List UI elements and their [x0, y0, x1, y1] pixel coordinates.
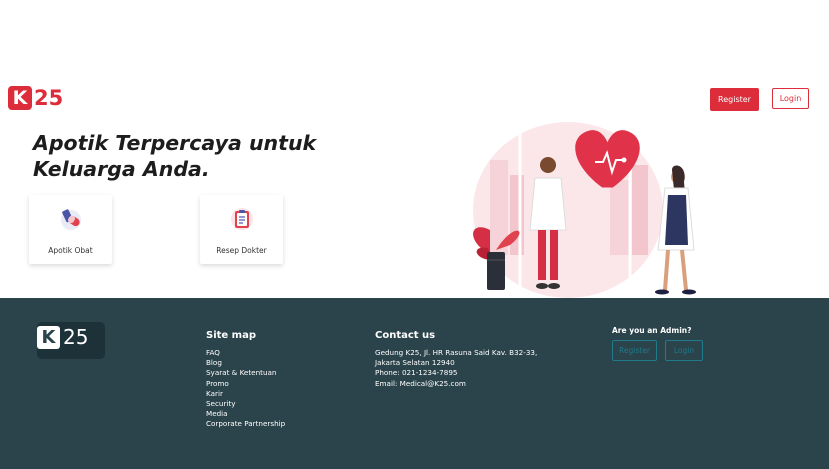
sitemap-link-promo[interactable]: Promo	[206, 379, 285, 389]
admin-login-button[interactable]: Login	[665, 340, 703, 361]
sitemap-title: Site map	[206, 330, 256, 341]
service-card-apotik-obat[interactable]: Apotik Obat	[29, 195, 112, 264]
sitemap-link-corporate[interactable]: Corporate Partnership	[206, 419, 285, 429]
prescription-clipboard-icon	[230, 207, 254, 236]
logo-number: 25	[34, 86, 64, 110]
doctors-illustration	[473, 122, 696, 298]
sitemap-link-faq[interactable]: FAQ	[206, 348, 285, 358]
logo-k-mark: K	[37, 325, 60, 349]
hero-title: Apotik Terpercaya untuk Keluarga Anda.	[33, 131, 317, 181]
logo-number: 25	[63, 325, 89, 349]
sitemap-link-karir[interactable]: Karir	[206, 389, 285, 399]
service-label: Apotik Obat	[48, 246, 93, 255]
contact-list: Gedung K25, Jl. HR Rasuna Said Kav. B32-…	[375, 348, 537, 389]
sitemap-link-syarat[interactable]: Syarat & Ketentuan	[206, 368, 285, 378]
sitemap-link-media[interactable]: Media	[206, 409, 285, 419]
register-button[interactable]: Register	[710, 88, 759, 111]
pill-bottle-icon	[60, 207, 82, 236]
sitemap-link-security[interactable]: Security	[206, 399, 285, 409]
contact-email: Email: Medical@K25.com	[375, 378, 466, 388]
footer-logo[interactable]: K 25	[37, 325, 88, 349]
sitemap-link-blog[interactable]: Blog	[206, 358, 285, 368]
header-logo[interactable]: K 25	[8, 86, 63, 110]
service-label: Resep Dokter	[216, 246, 267, 255]
admin-register-button[interactable]: Register	[612, 340, 657, 361]
sitemap-list: FAQ Blog Syarat & Ketentuan Promo Karir …	[206, 348, 285, 430]
contact-phone: Phone: 021-1234-7895	[375, 368, 458, 378]
footer: K 25 Site map FAQ Blog Syarat & Ketentua…	[0, 298, 829, 469]
service-card-resep-dokter[interactable]: Resep Dokter	[200, 195, 283, 264]
contact-address-line: Jakarta Selatan 12940	[375, 358, 455, 368]
logo-k-mark: K	[8, 86, 32, 110]
contact-title: Contact us	[375, 330, 436, 341]
contact-address-line: Gedung K25, Jl. HR Rasuna Said Kav. B32-…	[375, 348, 538, 357]
login-button[interactable]: Login	[772, 88, 809, 109]
admin-title: Are you an Admin?	[612, 326, 692, 335]
